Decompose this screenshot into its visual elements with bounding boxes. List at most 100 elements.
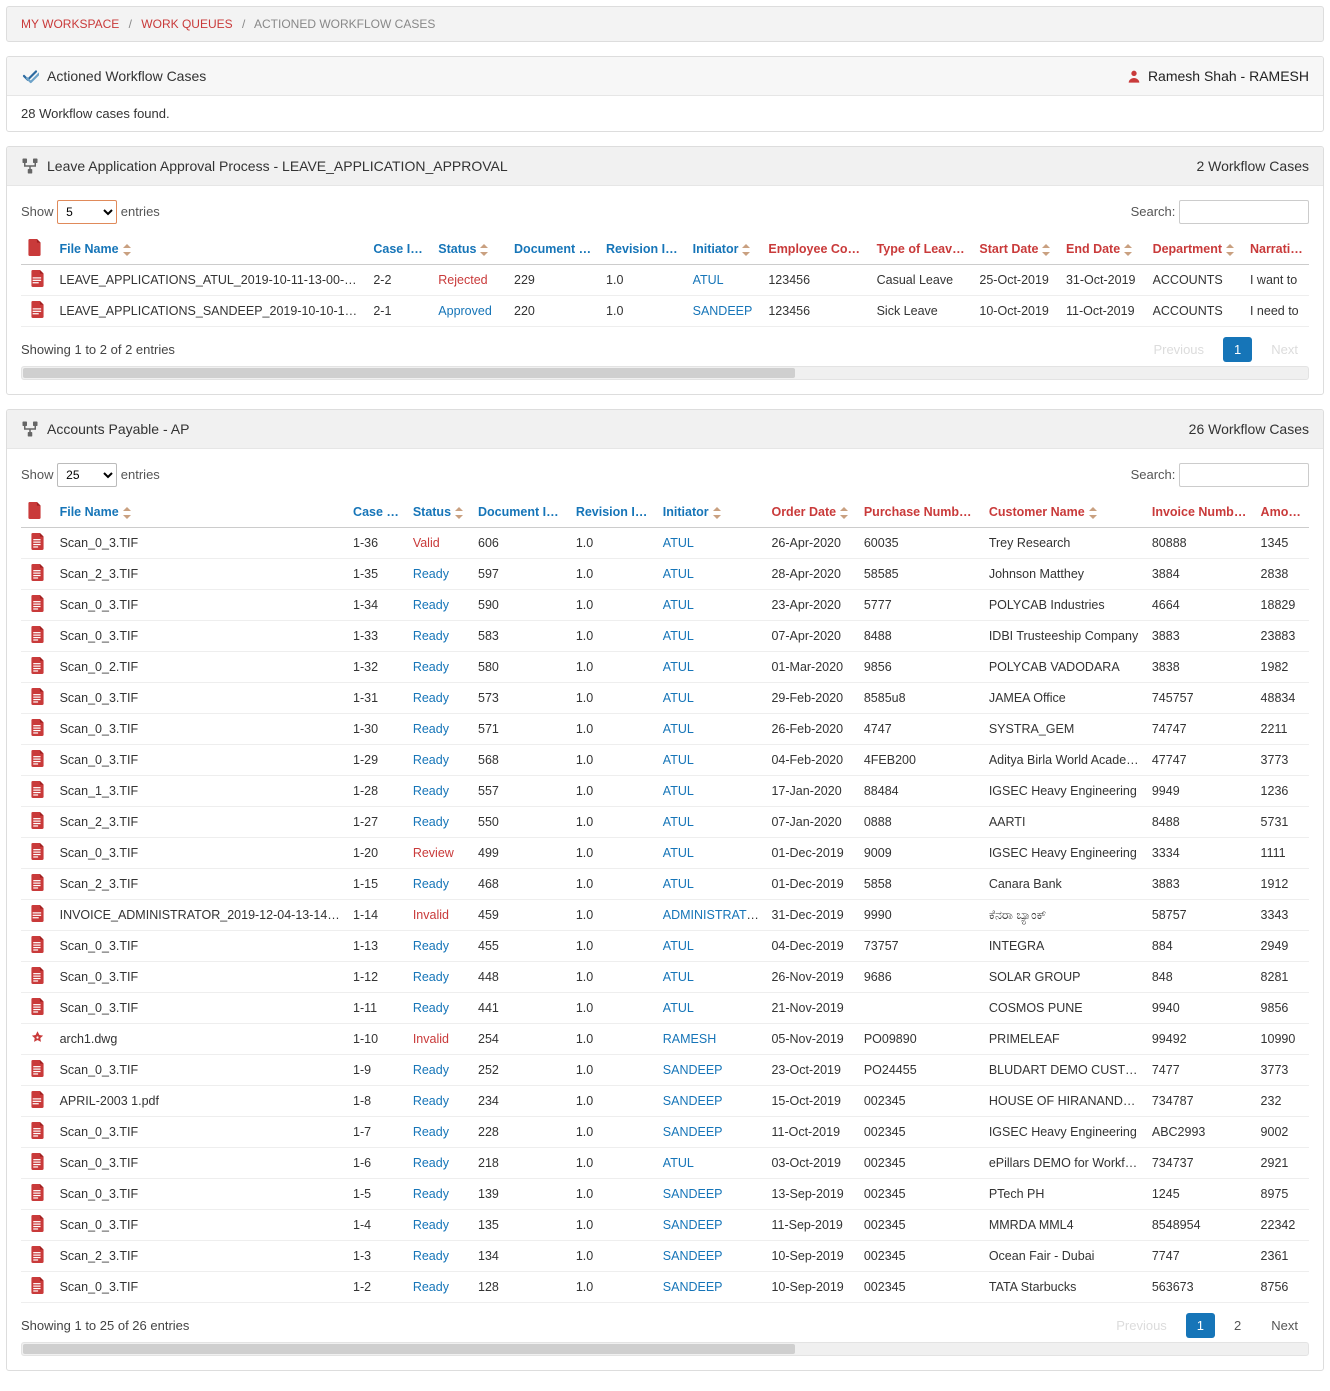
cell-status[interactable]: Invalid bbox=[407, 1024, 472, 1055]
show-entries-select[interactable]: 5 bbox=[57, 200, 117, 224]
table-row[interactable]: LEAVE_APPLICATIONS_ATUL_2019-10-11-13-00… bbox=[21, 265, 1309, 296]
pager-next[interactable]: Next bbox=[1260, 1313, 1309, 1338]
cell-status[interactable]: Ready bbox=[407, 869, 472, 900]
cell-status[interactable]: Rejected bbox=[432, 265, 508, 296]
cell-initiator[interactable]: ATUL bbox=[657, 993, 766, 1024]
horizontal-scrollbar[interactable] bbox=[21, 1342, 1309, 1356]
cell-status[interactable]: Approved bbox=[432, 296, 508, 327]
sort-icon[interactable] bbox=[1042, 244, 1050, 256]
sort-icon[interactable] bbox=[840, 507, 848, 519]
table-row[interactable]: Scan_0_3.TIF1-29Ready5681.0ATUL04-Feb-20… bbox=[21, 745, 1309, 776]
cell-status[interactable]: Ready bbox=[407, 1148, 472, 1179]
cell-initiator[interactable]: ATUL bbox=[657, 776, 766, 807]
cell-initiator[interactable]: ATUL bbox=[657, 714, 766, 745]
cell-initiator[interactable]: ATUL bbox=[657, 683, 766, 714]
cell-status[interactable]: Ready bbox=[407, 683, 472, 714]
cell-initiator[interactable]: ATUL bbox=[657, 745, 766, 776]
cell-status[interactable]: Ready bbox=[407, 1086, 472, 1117]
table-row[interactable]: Scan_0_3.TIF1-33Ready5831.0ATUL07-Apr-20… bbox=[21, 621, 1309, 652]
column-header[interactable]: End Date bbox=[1060, 234, 1147, 265]
table-row[interactable]: Scan_0_2.TIF1-32Ready5801.0ATUL01-Mar-20… bbox=[21, 652, 1309, 683]
cell-initiator[interactable]: SANDEEP bbox=[687, 296, 763, 327]
sort-icon[interactable] bbox=[480, 244, 488, 256]
table-row[interactable]: arch1.dwg1-10Invalid2541.0RAMESH05-Nov-2… bbox=[21, 1024, 1309, 1055]
table-row[interactable]: Scan_0_3.TIF1-9Ready2521.0SANDEEP23-Oct-… bbox=[21, 1055, 1309, 1086]
table-row[interactable]: LEAVE_APPLICATIONS_SANDEEP_2019-10-10-13… bbox=[21, 296, 1309, 327]
cell-status[interactable]: Ready bbox=[407, 714, 472, 745]
cell-initiator[interactable]: SANDEEP bbox=[657, 1272, 766, 1303]
breadcrumb-link-my-workspace[interactable]: MY WORKSPACE bbox=[21, 17, 119, 31]
cell-status[interactable]: Ready bbox=[407, 1179, 472, 1210]
sort-icon[interactable] bbox=[1226, 244, 1234, 256]
cell-status[interactable]: Ready bbox=[407, 745, 472, 776]
search-input[interactable] bbox=[1179, 200, 1309, 224]
cell-initiator[interactable]: SANDEEP bbox=[657, 1179, 766, 1210]
column-header[interactable]: Customer Name bbox=[983, 497, 1146, 528]
table-row[interactable]: Scan_2_3.TIF1-15Ready4681.0ATUL01-Dec-20… bbox=[21, 869, 1309, 900]
breadcrumb-link-work-queues[interactable]: WORK QUEUES bbox=[141, 17, 232, 31]
column-header[interactable]: Revision ID bbox=[600, 234, 687, 265]
horizontal-scrollbar[interactable] bbox=[21, 366, 1309, 380]
table-row[interactable]: Scan_0_3.TIF1-31Ready5731.0ATUL29-Feb-20… bbox=[21, 683, 1309, 714]
table-row[interactable]: Scan_0_3.TIF1-30Ready5711.0ATUL26-Feb-20… bbox=[21, 714, 1309, 745]
sort-icon[interactable] bbox=[678, 244, 686, 256]
search-input[interactable] bbox=[1179, 463, 1309, 487]
table-row[interactable]: INVOICE_ADMINISTRATOR_2019-12-04-13-14-4… bbox=[21, 900, 1309, 931]
cell-initiator[interactable]: ATUL bbox=[657, 931, 766, 962]
table-row[interactable]: Scan_0_3.TIF1-34Ready5901.0ATUL23-Apr-20… bbox=[21, 590, 1309, 621]
table-row[interactable]: Scan_0_3.TIF1-7Ready2281.0SANDEEP11-Oct-… bbox=[21, 1117, 1309, 1148]
cell-status[interactable]: Ready bbox=[407, 1241, 472, 1272]
column-header[interactable]: Case ID bbox=[367, 234, 432, 265]
cell-status[interactable]: Ready bbox=[407, 776, 472, 807]
column-header[interactable]: Start Date bbox=[973, 234, 1060, 265]
column-header[interactable]: Narration bbox=[1244, 234, 1309, 265]
table-row[interactable]: Scan_0_3.TIF1-36Valid6061.0ATUL26-Apr-20… bbox=[21, 528, 1309, 559]
cell-initiator[interactable]: SANDEEP bbox=[657, 1210, 766, 1241]
cell-initiator[interactable]: ADMINISTRATOR bbox=[657, 900, 766, 931]
show-entries-select[interactable]: 25 bbox=[57, 463, 117, 487]
cell-status[interactable]: Ready bbox=[407, 807, 472, 838]
cell-initiator[interactable]: SANDEEP bbox=[657, 1086, 766, 1117]
column-header[interactable]: Document ID bbox=[472, 497, 570, 528]
cell-initiator[interactable]: SANDEEP bbox=[657, 1117, 766, 1148]
table-row[interactable]: Scan_0_3.TIF1-12Ready4481.0ATUL26-Nov-20… bbox=[21, 962, 1309, 993]
column-header[interactable]: Department bbox=[1147, 234, 1244, 265]
table-row[interactable]: Scan_0_3.TIF1-13Ready4551.0ATUL04-Dec-20… bbox=[21, 931, 1309, 962]
sort-icon[interactable] bbox=[123, 507, 131, 519]
column-header[interactable]: Order Date bbox=[765, 497, 857, 528]
pager-page[interactable]: 1 bbox=[1186, 1313, 1215, 1338]
cell-initiator[interactable]: SANDEEP bbox=[657, 1055, 766, 1086]
cell-status[interactable]: Ready bbox=[407, 962, 472, 993]
cell-initiator[interactable]: ATUL bbox=[657, 838, 766, 869]
cell-initiator[interactable]: RAMESH bbox=[657, 1024, 766, 1055]
table-row[interactable]: Scan_0_3.TIF1-2Ready1281.0SANDEEP10-Sep-… bbox=[21, 1272, 1309, 1303]
column-header[interactable]: Status bbox=[407, 497, 472, 528]
cell-initiator[interactable]: ATUL bbox=[657, 528, 766, 559]
sort-icon[interactable] bbox=[123, 244, 131, 256]
sort-icon[interactable] bbox=[1124, 244, 1132, 256]
cell-initiator[interactable]: ATUL bbox=[657, 590, 766, 621]
table-row[interactable]: Scan_0_3.TIF1-6Ready2181.0ATUL03-Oct-201… bbox=[21, 1148, 1309, 1179]
sort-icon[interactable] bbox=[1089, 507, 1097, 519]
column-header[interactable]: Type of Leave bbox=[871, 234, 974, 265]
cell-initiator[interactable]: ATUL bbox=[657, 1148, 766, 1179]
sort-icon[interactable] bbox=[423, 244, 431, 256]
cell-initiator[interactable]: SANDEEP bbox=[657, 1241, 766, 1272]
sort-icon[interactable] bbox=[742, 244, 750, 256]
cell-status[interactable]: Review bbox=[407, 838, 472, 869]
cell-initiator[interactable]: ATUL bbox=[687, 265, 763, 296]
column-header[interactable]: Amount bbox=[1255, 497, 1309, 528]
sort-icon[interactable] bbox=[713, 507, 721, 519]
column-header[interactable]: Status bbox=[432, 234, 508, 265]
cell-initiator[interactable]: ATUL bbox=[657, 652, 766, 683]
column-header[interactable]: File Name bbox=[54, 497, 347, 528]
column-header[interactable]: Purchase Number bbox=[858, 497, 983, 528]
cell-status[interactable]: Valid bbox=[407, 528, 472, 559]
cell-status[interactable]: Ready bbox=[407, 1210, 472, 1241]
cell-initiator[interactable]: ATUL bbox=[657, 869, 766, 900]
cell-status[interactable]: Ready bbox=[407, 559, 472, 590]
table-row[interactable]: Scan_2_3.TIF1-27Ready5501.0ATUL07-Jan-20… bbox=[21, 807, 1309, 838]
cell-status[interactable]: Ready bbox=[407, 1272, 472, 1303]
sort-icon[interactable] bbox=[963, 244, 971, 256]
table-row[interactable]: Scan_0_3.TIF1-20Review4991.0ATUL01-Dec-2… bbox=[21, 838, 1309, 869]
